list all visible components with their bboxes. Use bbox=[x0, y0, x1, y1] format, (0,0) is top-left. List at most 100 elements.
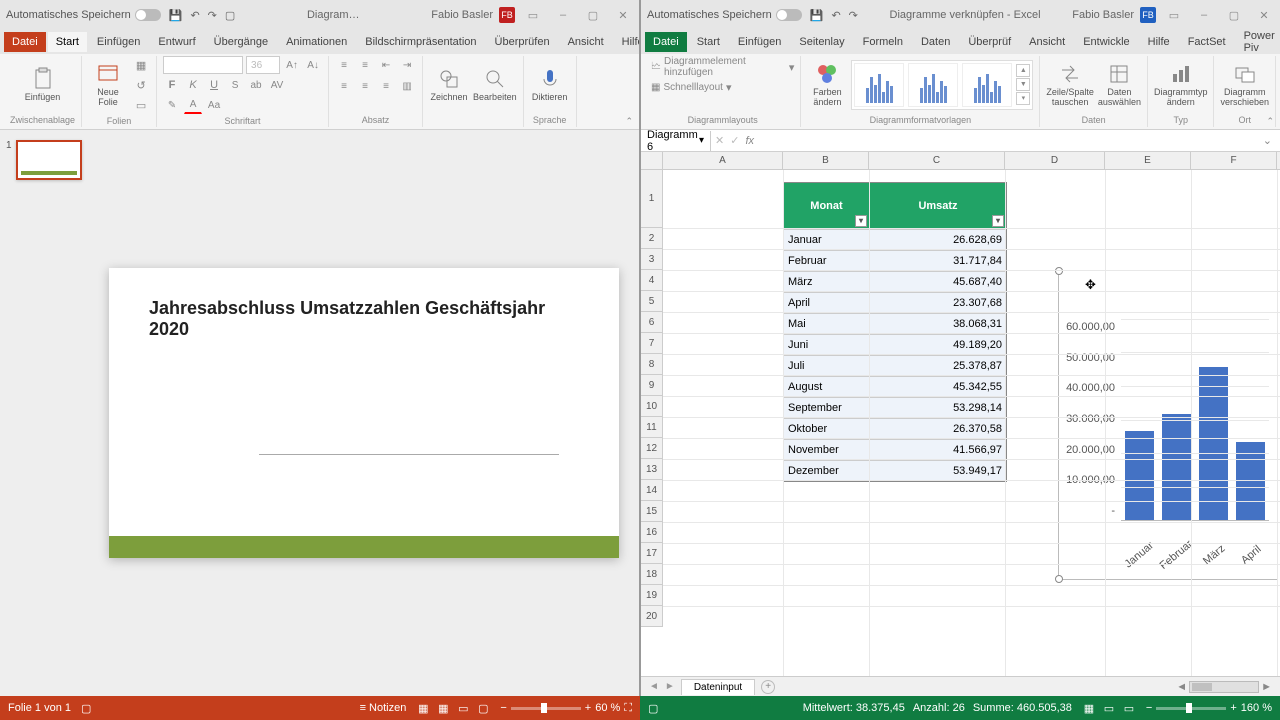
table-row[interactable]: Dezember53.949,17 bbox=[784, 460, 1006, 481]
change-colors-button[interactable]: Farben ändern bbox=[807, 62, 847, 108]
row-header-15[interactable]: 15 bbox=[641, 501, 662, 522]
undo-icon[interactable]: ↶ bbox=[190, 9, 199, 22]
user-avatar[interactable]: FB bbox=[1140, 7, 1156, 23]
font-size-select[interactable]: 36 bbox=[246, 56, 280, 74]
gallery-more-icon[interactable]: ▾ bbox=[1016, 92, 1030, 105]
chart-object[interactable]: ✥ 60.000,0050.000,0040.000,0030.000,0020… bbox=[1058, 270, 1278, 580]
table-row[interactable]: November41.566,97 bbox=[784, 439, 1006, 460]
row-header-11[interactable]: 11 bbox=[641, 417, 662, 438]
data-table[interactable]: MonatUmsatzJanuar26.628,69Februar31.717,… bbox=[783, 182, 1007, 482]
name-box[interactable]: Diagramm 6 ▾ bbox=[641, 131, 711, 151]
user-avatar[interactable]: FB bbox=[499, 7, 515, 23]
close-icon[interactable]: ✕ bbox=[1254, 9, 1274, 22]
macro-record-icon[interactable]: ▢ bbox=[648, 702, 658, 715]
font-family-select[interactable] bbox=[163, 56, 243, 74]
switch-rowcol-button[interactable]: Zeile/Spalte tauschen bbox=[1046, 62, 1094, 108]
table-row[interactable]: April23.307,68 bbox=[784, 292, 1006, 313]
tab-start[interactable]: Start bbox=[48, 32, 87, 52]
chart-style-1[interactable] bbox=[854, 63, 904, 107]
spellcheck-icon[interactable]: ▢ bbox=[81, 702, 91, 715]
slideshow-icon[interactable]: ▢ bbox=[225, 9, 235, 22]
gallery-down-icon[interactable]: ▼ bbox=[1016, 78, 1030, 91]
autosave-toggle[interactable] bbox=[776, 9, 802, 21]
strike-icon[interactable]: S bbox=[226, 76, 244, 94]
increase-font-icon[interactable]: A↑ bbox=[283, 56, 301, 74]
close-icon[interactable]: ✕ bbox=[613, 9, 633, 22]
table-row[interactable]: Januar26.628,69 bbox=[784, 229, 1006, 250]
add-sheet-button[interactable]: + bbox=[761, 680, 775, 694]
row-header-7[interactable]: 7 bbox=[641, 333, 662, 354]
clear-format-icon[interactable]: Aa bbox=[205, 96, 223, 114]
numbering-icon[interactable]: ≡ bbox=[356, 56, 374, 74]
tab-bildschirm[interactable]: Bildschirmpräsentation bbox=[357, 32, 484, 52]
save-icon[interactable]: 💾 bbox=[810, 9, 824, 22]
tab-seitenlayout[interactable]: Seitenlay bbox=[791, 32, 852, 52]
chart-styles-gallery[interactable]: ▲▼▾ bbox=[851, 60, 1033, 110]
tab-animationen[interactable]: Animationen bbox=[278, 32, 355, 52]
table-row[interactable]: Oktober26.370,58 bbox=[784, 418, 1006, 439]
row-header-16[interactable]: 16 bbox=[641, 522, 662, 543]
dictate-button[interactable]: Diktieren bbox=[530, 67, 570, 103]
indent-less-icon[interactable]: ⇤ bbox=[377, 56, 395, 74]
bullets-icon[interactable]: ≡ bbox=[335, 56, 353, 74]
reset-icon[interactable]: ↺ bbox=[132, 76, 150, 94]
align-right-icon[interactable]: ≡ bbox=[377, 77, 395, 95]
table-row[interactable]: Februar31.717,84 bbox=[784, 250, 1006, 271]
zoom-out-icon[interactable]: − bbox=[500, 702, 506, 714]
select-all-corner[interactable] bbox=[641, 152, 663, 170]
col-header-B[interactable]: B bbox=[783, 152, 869, 169]
spreadsheet-grid[interactable]: ABCDEF 1234567891011121314151617181920 M… bbox=[641, 152, 1280, 676]
col-header-C[interactable]: C bbox=[869, 152, 1005, 169]
row-header-12[interactable]: 12 bbox=[641, 438, 662, 459]
font-color-icon[interactable]: A bbox=[184, 96, 202, 114]
tab-factset[interactable]: FactSet bbox=[1180, 32, 1234, 52]
ribbon-options-icon[interactable]: ▭ bbox=[523, 9, 543, 22]
pagelayout-view-icon[interactable]: ▭ bbox=[1100, 700, 1118, 716]
collapse-ribbon-icon[interactable]: ⌃ bbox=[625, 116, 633, 127]
layout-icon[interactable]: ▦ bbox=[132, 56, 150, 74]
row-header-18[interactable]: 18 bbox=[641, 564, 662, 585]
sheet-nav-next-icon[interactable]: ► bbox=[665, 681, 675, 692]
sorter-view-icon[interactable]: ▦ bbox=[434, 700, 452, 716]
hscroll-left-icon[interactable]: ◄ bbox=[1176, 681, 1187, 693]
ribbon-options-icon[interactable]: ▭ bbox=[1164, 9, 1184, 22]
chart-plot-area[interactable] bbox=[1121, 319, 1269, 521]
reading-view-icon[interactable]: ▭ bbox=[454, 700, 472, 716]
redo-icon[interactable]: ↷ bbox=[208, 9, 217, 22]
slideshow-view-icon[interactable]: ▢ bbox=[474, 700, 492, 716]
minimize-icon[interactable]: – bbox=[1194, 9, 1214, 22]
minimize-icon[interactable]: – bbox=[553, 9, 573, 22]
tab-start[interactable]: Start bbox=[689, 32, 728, 52]
row-header-3[interactable]: 3 bbox=[641, 249, 662, 270]
slide[interactable]: Jahresabschluss Umsatzzahlen Geschäftsja… bbox=[109, 268, 619, 558]
decrease-font-icon[interactable]: A↓ bbox=[304, 56, 322, 74]
table-header[interactable]: Umsatz bbox=[870, 183, 1006, 229]
zoom-level[interactable]: 60 % bbox=[595, 702, 620, 714]
row-header-10[interactable]: 10 bbox=[641, 396, 662, 417]
quick-layout-button[interactable]: ▦Schnelllayout ▾ bbox=[651, 81, 731, 94]
tab-uebergaenge[interactable]: Übergänge bbox=[206, 32, 276, 52]
tab-formeln[interactable]: Formeln bbox=[855, 32, 911, 52]
chart-style-3[interactable] bbox=[962, 63, 1012, 107]
move-chart-button[interactable]: Diagramm verschieben bbox=[1220, 62, 1269, 108]
chart-style-2[interactable] bbox=[908, 63, 958, 107]
zoom-level[interactable]: 160 % bbox=[1241, 702, 1272, 714]
zoom-in-icon[interactable]: + bbox=[1230, 702, 1236, 714]
horizontal-scrollbar[interactable] bbox=[1189, 681, 1259, 693]
table-row[interactable]: Juli25.378,87 bbox=[784, 355, 1006, 376]
italic-icon[interactable]: K bbox=[184, 76, 202, 94]
row-header-19[interactable]: 19 bbox=[641, 585, 662, 606]
formula-bar[interactable] bbox=[760, 132, 1257, 150]
tab-hilfe[interactable]: Hilfe bbox=[1140, 32, 1178, 52]
hscroll-right-icon[interactable]: ► bbox=[1261, 681, 1272, 693]
tab-datei[interactable]: Datei bbox=[4, 32, 46, 52]
zoom-slider[interactable] bbox=[511, 707, 581, 710]
zoom-in-icon[interactable]: + bbox=[585, 702, 591, 714]
row-header-1[interactable]: 1 bbox=[641, 170, 662, 228]
tab-daten[interactable]: Daten bbox=[913, 32, 958, 52]
bold-icon[interactable]: F bbox=[163, 76, 181, 94]
table-row[interactable]: August45.342,55 bbox=[784, 376, 1006, 397]
collapse-ribbon-icon[interactable]: ⌃ bbox=[1266, 116, 1274, 127]
row-header-17[interactable]: 17 bbox=[641, 543, 662, 564]
table-row[interactable]: September53.298,14 bbox=[784, 397, 1006, 418]
